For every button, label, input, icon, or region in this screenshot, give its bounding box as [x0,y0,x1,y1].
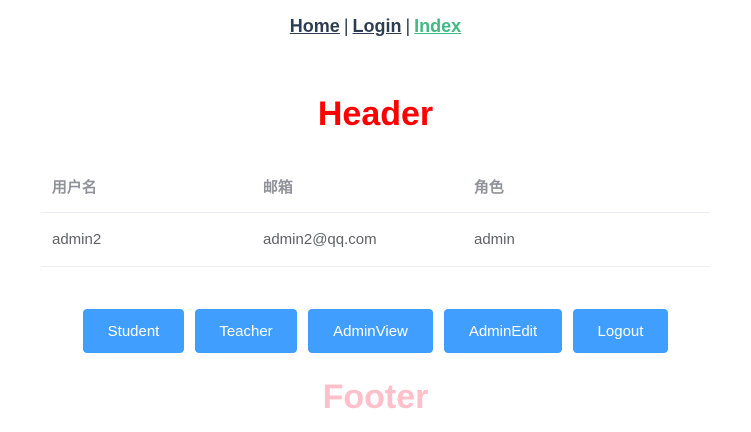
nav-link-home[interactable]: Home [290,16,340,36]
nav-link-login[interactable]: Login [353,16,402,36]
teacher-button[interactable]: Teacher [195,309,297,353]
nav-link-index[interactable]: Index [414,16,461,36]
nav-separator: | [343,16,349,36]
cell-email: admin2@qq.com [263,231,377,248]
column-header-role: 角色 [474,178,505,196]
user-table: 用户名 邮箱 角色 admin2 admin2@qq.com admin [41,160,710,267]
logout-button[interactable]: Logout [573,309,668,353]
action-buttons: Student Teacher AdminView AdminEdit Logo… [83,309,668,353]
page-header: Header [317,95,434,133]
cell-role: admin [474,231,515,248]
cell-username: admin2 [52,231,102,248]
table-row: admin2 admin2@qq.com admin [41,213,710,267]
column-header-username: 用户名 [52,178,98,196]
page-footer: Footer [322,378,429,416]
adminview-button[interactable]: AdminView [308,309,433,353]
nav-separator: | [405,16,411,36]
student-button[interactable]: Student [83,309,184,353]
table-header-row: 用户名 邮箱 角色 [41,160,710,213]
adminedit-button[interactable]: AdminEdit [444,309,562,353]
top-nav: Home | Login | Index [0,14,751,38]
column-header-email: 邮箱 [263,178,294,196]
